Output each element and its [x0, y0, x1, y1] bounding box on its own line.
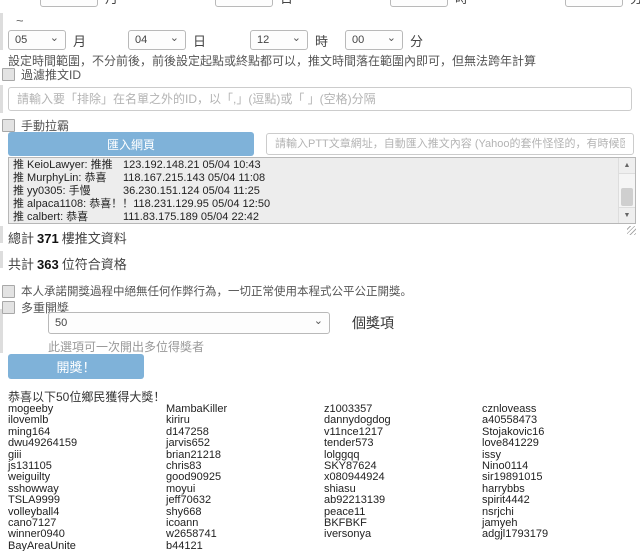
end-minute-select[interactable]: 00 ⌄ — [345, 30, 403, 50]
comment-line: 推 yy0305: 手慢36.230.151.124 05/04 11:25 — [13, 185, 631, 198]
winner-id: spirit4442 — [482, 495, 640, 506]
month-unit-label: 月 — [105, 0, 118, 7]
scroll-up-icon[interactable]: ▲ — [619, 158, 635, 174]
winner-column: MambaKillerkirirud147258jarvis652brian21… — [166, 404, 324, 551]
end-month-select[interactable]: 05 ⌄ — [8, 30, 66, 50]
winner-id: adgjl1793179 — [482, 529, 640, 540]
indent-bar-total — [0, 226, 3, 243]
prize-count-select[interactable]: 50 ⌄ — [48, 312, 330, 334]
winner-id: jeff70632 — [166, 495, 324, 506]
prize-count-value: 50 — [55, 317, 67, 329]
filter-id-label: 過濾推文ID — [21, 66, 81, 83]
chevron-down-icon: ⌄ — [387, 33, 396, 43]
ptt-lottery-tool: 05 ⌄ 月 04 ⌄ 日 00 ⌄ 時 00 ⌄ 分 ~ 05 ⌄ 月 — [0, 0, 640, 551]
winner-id: tender573 — [324, 438, 482, 449]
start-month-select[interactable]: 05 ⌄ — [40, 0, 98, 7]
indent-bar-qualified — [0, 251, 3, 268]
start-day-select[interactable]: 04 ⌄ — [215, 0, 273, 7]
filter-id-checkbox-row: 過濾推文ID — [2, 66, 81, 83]
winner-id: iversonya — [324, 529, 482, 540]
minute-unit-label: 分 — [630, 0, 640, 7]
indent-bar-time — [0, 13, 3, 50]
end-hour-value: 12 — [257, 34, 269, 46]
winner-column: z1003357dannydogdogv11nce1217tender573lo… — [324, 404, 482, 551]
multi-draw-checkbox[interactable] — [2, 301, 15, 314]
prize-unit-label: 個獎項 — [352, 313, 394, 333]
hour-unit-label: 時 — [455, 0, 468, 7]
start-minute-select[interactable]: 00 ⌄ — [565, 0, 623, 7]
comment-line: 推 alpaca1108: 恭喜！！118.231.129.95 05/04 1… — [13, 198, 631, 211]
draw-button[interactable]: 開獎！ — [8, 354, 144, 379]
comment-line: 推 KeioLawyer: 推推123.192.148.21 05/04 10:… — [13, 159, 631, 172]
end-hour-select[interactable]: 12 ⌄ — [250, 30, 308, 50]
winners-grid: mogeebyilovemlbming164dwu49264159giiijs1… — [8, 404, 640, 551]
winner-column: cznloveassa40558473Stojakovic16love84122… — [482, 404, 640, 551]
minute-unit-label: 分 — [410, 31, 423, 50]
chevron-down-icon: ⌄ — [314, 316, 323, 326]
end-hour-group: 12 ⌄ 時 — [250, 30, 328, 50]
comment-line: 推 MurphyLin: 恭喜118.167.215.143 05/04 11:… — [13, 172, 631, 185]
indent-bar-idfilter — [0, 85, 3, 113]
filter-id-checkbox[interactable] — [2, 68, 15, 81]
time-range-separator: ~ — [16, 13, 24, 28]
total-label: 總計 — [8, 231, 34, 246]
start-hour-group: 00 ⌄ 時 — [390, 0, 468, 7]
chevron-down-icon: ⌄ — [292, 33, 301, 43]
day-unit-label: 日 — [280, 0, 293, 7]
winner-id: love841229 — [482, 438, 640, 449]
start-day-value: 04 — [222, 0, 234, 3]
start-minute-group: 00 ⌄ 分 — [565, 0, 640, 7]
import-webpage-button[interactable]: 匯入網頁 — [8, 132, 254, 156]
end-day-value: 04 — [135, 34, 147, 46]
day-unit-label: 日 — [193, 31, 206, 50]
scrollbar-thumb[interactable] — [621, 188, 633, 206]
prize-count-group: 50 ⌄ 個獎項 — [48, 312, 394, 334]
time-range-help-text: 設定時間範圍，不分前後，前後設定起點或終點都可以，推文時間落在範圍內即可，但無法… — [8, 52, 536, 69]
winner-id: dwu49264159 — [8, 438, 166, 449]
total-value: 371 — [37, 231, 59, 246]
end-minute-value: 00 — [352, 34, 364, 46]
exclude-id-input[interactable] — [8, 87, 632, 111]
start-month-value: 05 — [47, 0, 59, 3]
winner-column: mogeebyilovemlbming164dwu49264159giiijs1… — [8, 404, 166, 551]
comment-lines: 推 KeioLawyer: 推推123.192.148.21 05/04 10:… — [9, 158, 635, 224]
comment-line: 推 calbert: 恭喜111.83.175.189 05/04 22:42 — [13, 211, 631, 224]
chevron-down-icon: ⌄ — [50, 33, 59, 43]
end-day-group: 04 ⌄ 日 — [128, 30, 206, 50]
start-month-group: 05 ⌄ 月 — [40, 0, 118, 7]
start-day-group: 04 ⌄ 日 — [215, 0, 293, 7]
pledge-checkbox-row: 本人承諾開獎過程中絕無任何作弊行為，一切正常使用本程式公平公正開獎。 — [2, 283, 412, 299]
qualified-value: 363 — [37, 257, 59, 272]
end-month-group: 05 ⌄ 月 — [8, 30, 86, 50]
article-url-input[interactable] — [266, 133, 634, 155]
pledge-checkbox[interactable] — [2, 285, 15, 298]
winner-id: TSLA9999 — [8, 495, 166, 506]
multi-draw-hint: 此選項可一次開出多位得獎者 — [48, 338, 204, 355]
manual-slot-checkbox[interactable] — [2, 119, 15, 132]
start-hour-value: 00 — [397, 0, 409, 3]
month-unit-label: 月 — [73, 31, 86, 50]
start-minute-value: 00 — [572, 0, 584, 3]
chevron-down-icon: ⌄ — [170, 33, 179, 43]
start-hour-select[interactable]: 00 ⌄ — [390, 0, 448, 7]
winner-id: jarvis652 — [166, 438, 324, 449]
qualified-count-line: 共計363位符合資格 — [8, 254, 127, 273]
pledge-label: 本人承諾開獎過程中絕無任何作弊行為，一切正常使用本程式公平公正開獎。 — [21, 283, 412, 299]
scrollbar[interactable]: ▲ ▼ — [618, 158, 635, 223]
winner-id: BayAreaUnite — [8, 541, 166, 551]
comments-textarea[interactable]: 推 KeioLawyer: 推推123.192.148.21 05/04 10:… — [8, 157, 636, 224]
end-month-value: 05 — [15, 34, 27, 46]
total-unit: 樓推文資料 — [62, 231, 127, 246]
winner-id: b44121 — [166, 541, 324, 551]
resize-grip-icon[interactable] — [627, 226, 636, 235]
scroll-down-icon[interactable]: ▼ — [619, 207, 635, 223]
qualified-unit: 位符合資格 — [62, 257, 127, 272]
qualified-label: 共計 — [8, 257, 34, 272]
total-comments-line: 總計371樓推文資料 — [8, 228, 127, 247]
winner-id: ab92213139 — [324, 495, 482, 506]
end-day-select[interactable]: 04 ⌄ — [128, 30, 186, 50]
end-minute-group: 00 ⌄ 分 — [345, 30, 423, 50]
hour-unit-label: 時 — [315, 31, 328, 50]
